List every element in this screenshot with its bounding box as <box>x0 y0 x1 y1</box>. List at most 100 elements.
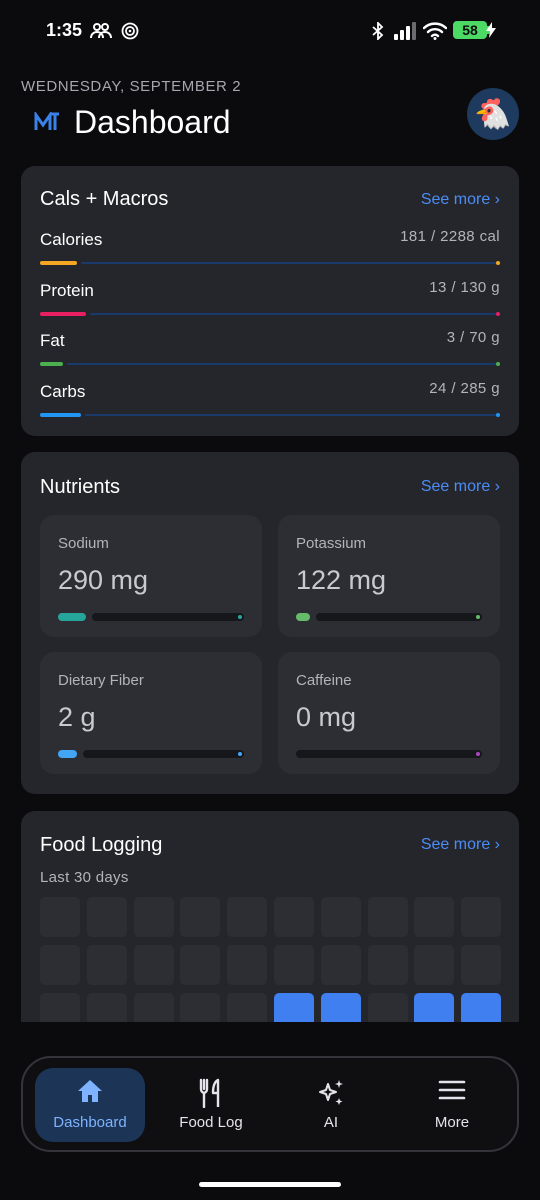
macros-see-more-link[interactable]: See more › <box>421 191 500 209</box>
home-indicator[interactable] <box>199 1182 341 1187</box>
log-day-cell[interactable] <box>320 897 361 937</box>
macro-progress-fill <box>40 311 86 316</box>
log-day-cell[interactable] <box>227 897 268 937</box>
nutrient-progress-remaining <box>316 613 482 621</box>
macro-progress-fill <box>40 261 77 265</box>
home-icon <box>35 1078 145 1108</box>
log-day-cell[interactable] <box>367 945 408 985</box>
nutrient-goal-dot <box>238 615 242 619</box>
log-day-cell[interactable] <box>86 945 127 985</box>
food-logging-card: Food Logging See more › Last 30 days <box>21 811 519 1051</box>
macro-progress-remaining <box>90 312 496 315</box>
macro-name: Calories <box>40 230 103 249</box>
macro-progress-fill <box>40 412 81 417</box>
log-day-cell[interactable] <box>227 945 268 985</box>
status-bar: 1:35 58 <box>0 0 540 62</box>
sparkle-icon <box>276 1078 386 1108</box>
macro-progress-remaining <box>85 413 496 416</box>
log-day-cell[interactable] <box>40 897 80 937</box>
nutrient-progress-fill <box>58 750 77 758</box>
nutrient-tile[interactable]: Dietary Fiber 2 g <box>40 652 262 774</box>
macro-value: 181 / 2288 cal <box>400 228 500 245</box>
macro-value: 13 / 130 g <box>429 278 500 296</box>
nutrient-progress-remaining <box>83 750 244 758</box>
nutrient-label: Potassium <box>296 535 367 552</box>
date-label: WEDNESDAY, SEPTEMBER 2 <box>21 78 242 95</box>
log-day-cell[interactable] <box>86 897 127 937</box>
nutrient-progress-remaining <box>296 750 482 758</box>
nav-label: Dashboard <box>53 1114 127 1131</box>
nutrient-label: Caffeine <box>296 672 352 689</box>
food-logging-see-more-link[interactable]: See more › <box>421 836 500 854</box>
fork-knife-icon <box>156 1078 266 1108</box>
macro-progress-bar <box>40 261 500 265</box>
macro-name: Protein <box>40 280 94 300</box>
nutrient-progress-bar <box>58 750 244 758</box>
nutrient-label: Dietary Fiber <box>58 672 144 689</box>
nutrients-card: Nutrients See more › Sodium 290 mg Potassi… <box>21 452 519 794</box>
avatar[interactable]: 🐔 <box>467 88 519 140</box>
nutrient-progress-fill <box>296 613 310 621</box>
nutrient-progress-fill <box>58 613 86 621</box>
nav-food-log[interactable]: Food Log <box>156 1068 266 1142</box>
nutrient-label: Sodium <box>58 535 109 552</box>
log-day-cell[interactable] <box>274 945 314 985</box>
macros-card: Cals + Macros See more › Calories 181 / 2… <box>21 166 519 436</box>
target-icon <box>121 22 139 45</box>
bluetooth-icon <box>371 20 385 45</box>
nav-dashboard[interactable]: Dashboard <box>35 1068 145 1142</box>
log-day-cell[interactable] <box>414 945 455 985</box>
app-logo <box>34 110 60 137</box>
menu-icon <box>397 1078 507 1108</box>
macro-name: Carbs <box>40 381 86 401</box>
macro-name: Fat <box>40 331 65 350</box>
nutrients-see-more-link[interactable]: See more › <box>421 478 500 496</box>
log-day-cell[interactable] <box>133 945 174 985</box>
food-logging-subtitle: Last 30 days <box>40 869 129 886</box>
nutrient-progress-bar <box>58 613 244 621</box>
nutrient-value: 2 g <box>58 702 96 732</box>
page-title: Dashboard <box>74 104 231 140</box>
log-day-cell[interactable] <box>274 897 314 937</box>
log-day-cell[interactable] <box>320 945 361 985</box>
log-day-cell[interactable] <box>367 897 408 937</box>
log-day-cell[interactable] <box>414 897 455 937</box>
battery-level: 58 <box>462 22 478 38</box>
nutrient-goal-dot <box>238 752 242 756</box>
nutrient-progress-remaining <box>92 613 244 621</box>
nutrient-value: 122 mg <box>296 565 387 595</box>
nav-more[interactable]: More <box>397 1068 507 1142</box>
log-day-cell[interactable] <box>133 897 174 937</box>
people-icon <box>90 22 112 45</box>
nutrient-tile[interactable]: Caffeine 0 mg <box>278 652 500 774</box>
log-day-cell[interactable] <box>180 897 221 937</box>
nav-label: AI <box>323 1114 339 1131</box>
macros-title: Cals + Macros <box>40 188 169 210</box>
signal-icon <box>393 22 417 45</box>
log-day-cell[interactable] <box>461 897 502 937</box>
macro-progress-remaining <box>67 363 496 365</box>
log-day-cell[interactable] <box>40 945 80 985</box>
macro-progress-bar <box>40 311 500 316</box>
nutrient-goal-dot <box>476 752 480 756</box>
nutrient-value: 0 mg <box>296 702 357 732</box>
macro-progress-remaining <box>81 262 496 264</box>
log-day-cell[interactable] <box>461 945 502 985</box>
wifi-icon <box>422 22 448 45</box>
battery-icon: 58 <box>453 21 487 39</box>
food-logging-title: Food Logging <box>40 834 163 856</box>
nav-label: Food Log <box>179 1114 243 1131</box>
log-day-cell[interactable] <box>180 945 221 985</box>
nav-ai[interactable]: AI <box>276 1068 386 1142</box>
macro-progress-fill <box>40 362 63 366</box>
macro-value: 24 / 285 g <box>429 379 500 397</box>
scroll-fade <box>0 1022 540 1052</box>
nutrient-tile[interactable]: Sodium 290 mg <box>40 515 262 637</box>
nutrient-progress-bar <box>296 750 482 758</box>
nutrient-tile[interactable]: Potassium 122 mg <box>278 515 500 637</box>
status-time: 1:35 <box>46 20 83 40</box>
macro-value: 3 / 70 g <box>446 329 500 346</box>
macro-progress-bar <box>40 412 500 417</box>
macro-goal-dot <box>496 261 500 265</box>
nav-label: More <box>434 1114 470 1131</box>
